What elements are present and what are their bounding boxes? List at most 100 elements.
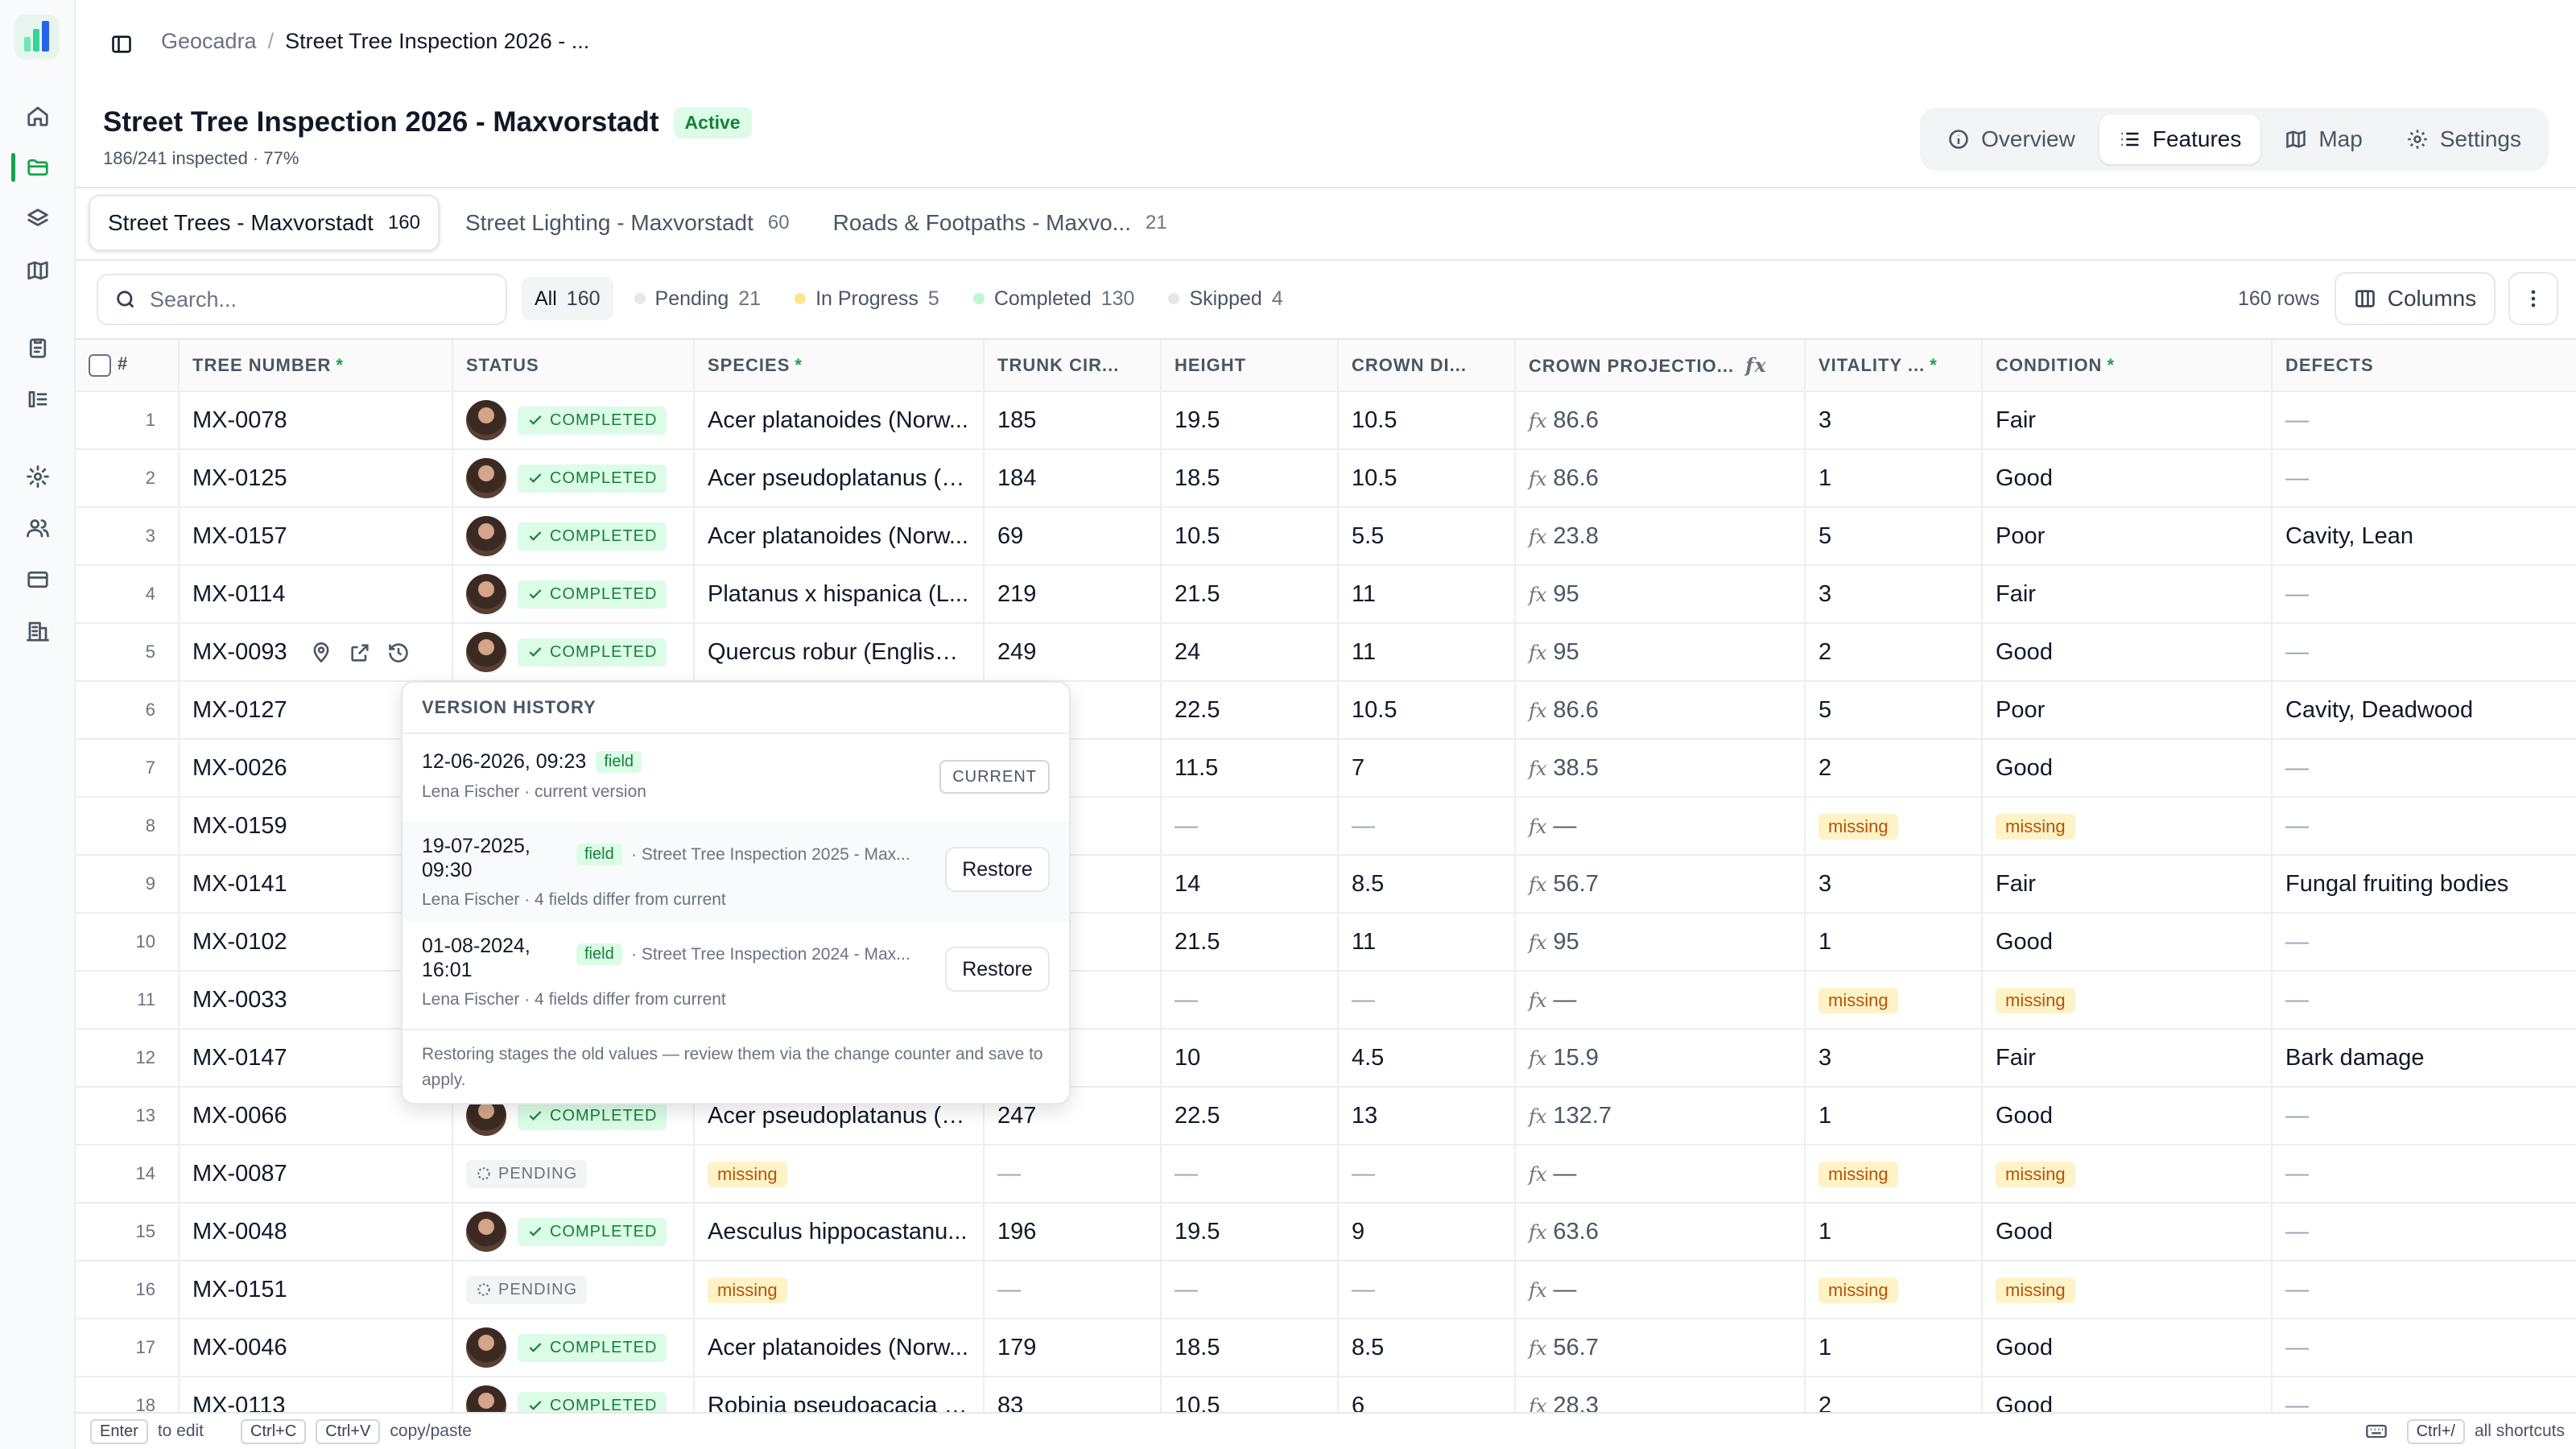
table-row[interactable]: 4 MX-0114 COMPLETED Platanus x hispanica (L… (76, 565, 2576, 624)
column-header[interactable]: CROWN DI... (1338, 340, 1516, 392)
defects-cell[interactable]: — (2272, 623, 2576, 682)
vitality-cell[interactable]: 5 (1805, 507, 1983, 566)
condition-cell[interactable]: Fair (1982, 565, 2273, 624)
condition-cell[interactable]: Poor (1982, 507, 2273, 566)
crown-cell[interactable]: 13 (1338, 1087, 1516, 1146)
folder-icon[interactable] (22, 151, 54, 184)
defects-cell[interactable]: — (2272, 797, 2576, 856)
crown-cell[interactable]: 10.5 (1338, 681, 1516, 740)
filter-completed[interactable]: Completed 130 (960, 277, 1148, 320)
users-icon[interactable] (22, 512, 54, 544)
status-cell[interactable]: COMPLETED (452, 565, 695, 624)
defects-cell[interactable]: — (2272, 1377, 2576, 1412)
trunk-cell[interactable]: 249 (984, 623, 1162, 682)
status-cell[interactable]: COMPLETED (452, 1377, 695, 1412)
tree-number-cell[interactable]: MX-0113 (179, 1377, 453, 1412)
species-cell[interactable]: Robinia pseudoacacia (... (694, 1377, 985, 1412)
column-header[interactable]: CONDITION * (1982, 340, 2273, 392)
condition-cell[interactable]: Good (1982, 1203, 2273, 1261)
species-cell[interactable]: Aesculus hippocastanu... (694, 1203, 985, 1261)
height-cell[interactable]: 19.5 (1161, 1203, 1339, 1261)
defects-cell[interactable]: — (2272, 1087, 2576, 1146)
height-cell[interactable]: 14 (1161, 855, 1339, 914)
defects-cell[interactable]: — (2272, 449, 2576, 508)
vitality-cell[interactable]: missing (1805, 1145, 1983, 1203)
height-cell[interactable]: — (1161, 971, 1339, 1030)
vitality-cell[interactable]: 2 (1805, 1377, 1983, 1412)
species-cell[interactable]: Acer pseudoplatanus (s... (694, 449, 985, 508)
tree-number-cell[interactable]: MX-0046 (179, 1319, 453, 1377)
column-header[interactable]: TRUNK CIR... (984, 340, 1162, 392)
status-cell[interactable]: COMPLETED (452, 391, 695, 450)
condition-cell[interactable]: missing (1982, 971, 2273, 1030)
crown-cell[interactable]: 5.5 (1338, 507, 1516, 566)
condition-cell[interactable]: Good (1982, 449, 2273, 508)
height-cell[interactable]: 21.5 (1161, 565, 1339, 624)
height-cell[interactable]: — (1161, 797, 1339, 856)
filter-pending[interactable]: Pending 21 (621, 277, 774, 320)
column-header[interactable]: CROWN PROJECTIO... fx (1515, 340, 1806, 392)
column-header[interactable]: STATUS (452, 340, 695, 392)
building-icon[interactable] (22, 615, 54, 647)
crown-cell[interactable]: 8.5 (1338, 855, 1516, 914)
height-cell[interactable]: 10.5 (1161, 1377, 1339, 1412)
layer-tab-roads-footpaths[interactable]: Roads & Footpaths - Maxvo... 21 (815, 195, 1185, 251)
vitality-cell[interactable]: 1 (1805, 1319, 1983, 1377)
height-cell[interactable]: — (1161, 1145, 1339, 1203)
vitality-cell[interactable]: 3 (1805, 391, 1983, 450)
condition-cell[interactable]: Fair (1982, 1029, 2273, 1088)
condition-cell[interactable]: Fair (1982, 391, 2273, 450)
height-cell[interactable]: 19.5 (1161, 391, 1339, 450)
tab-features[interactable]: Features (2099, 114, 2261, 164)
vitality-cell[interactable]: 1 (1805, 1087, 1983, 1146)
layer-tab-street-lighting[interactable]: Street Lighting - Maxvorstadt 60 (448, 195, 807, 251)
status-cell[interactable]: COMPLETED (452, 623, 695, 682)
species-cell[interactable]: Quercus robur (English ... (694, 623, 985, 682)
column-header[interactable]: SPECIES * (694, 340, 985, 392)
condition-cell[interactable]: Good (1982, 623, 2273, 682)
table-row[interactable]: 1 MX-0078 COMPLETED Acer platanoides (Norw.… (76, 391, 2576, 450)
defects-cell[interactable]: — (2272, 565, 2576, 624)
search-box[interactable] (97, 274, 507, 325)
height-cell[interactable]: 11.5 (1161, 739, 1339, 798)
status-cell[interactable]: COMPLETED (452, 449, 695, 508)
tree-number-cell[interactable]: MX-0087 (179, 1145, 453, 1203)
status-cell[interactable]: COMPLETED (452, 1319, 695, 1377)
defects-cell[interactable]: — (2272, 913, 2576, 972)
tree-number-cell[interactable]: MX-0078 (179, 391, 453, 450)
status-cell[interactable]: COMPLETED (452, 507, 695, 566)
app-logo[interactable] (13, 13, 61, 61)
height-cell[interactable]: 10.5 (1161, 507, 1339, 566)
crown-cell[interactable]: — (1338, 1261, 1516, 1319)
open-external-icon[interactable] (349, 642, 371, 664)
layers-icon[interactable] (22, 203, 54, 235)
tree-number-cell[interactable]: MX-0157 (179, 507, 453, 566)
defects-cell[interactable]: — (2272, 739, 2576, 798)
trunk-cell[interactable]: 219 (984, 565, 1162, 624)
tree-number-cell[interactable]: MX-0151 (179, 1261, 453, 1319)
status-cell[interactable]: COMPLETED (452, 1203, 695, 1261)
history-icon[interactable] (387, 642, 410, 664)
condition-cell[interactable]: Good (1982, 1319, 2273, 1377)
condition-cell[interactable]: Good (1982, 1377, 2273, 1412)
crown-cell[interactable]: 11 (1338, 913, 1516, 972)
species-cell[interactable]: Acer platanoides (Norw... (694, 391, 985, 450)
condition-cell[interactable]: Good (1982, 1087, 2273, 1146)
crown-cell[interactable]: 6 (1338, 1377, 1516, 1412)
table-row[interactable]: 2 MX-0125 COMPLETED Acer pseudoplatanus (s.… (76, 449, 2576, 508)
breadcrumb-root[interactable]: Geocadra (161, 29, 257, 54)
crown-cell[interactable]: 11 (1338, 623, 1516, 682)
billing-card-icon[interactable] (22, 564, 54, 596)
trunk-cell[interactable]: 83 (984, 1377, 1162, 1412)
vitality-cell[interactable]: 1 (1805, 449, 1983, 508)
species-cell[interactable]: missing (694, 1261, 985, 1319)
defects-cell[interactable]: Bark damage (2272, 1029, 2576, 1088)
keyboard-icon[interactable] (2365, 1420, 2388, 1443)
crown-cell[interactable]: 10.5 (1338, 391, 1516, 450)
height-cell[interactable]: — (1161, 1261, 1339, 1319)
condition-cell[interactable]: missing (1982, 1261, 2273, 1319)
height-cell[interactable]: 10 (1161, 1029, 1339, 1088)
clipboard-icon[interactable] (22, 332, 54, 364)
species-cell[interactable]: Acer platanoides (Norw... (694, 507, 985, 566)
defects-cell[interactable]: Cavity, Lean (2272, 507, 2576, 566)
